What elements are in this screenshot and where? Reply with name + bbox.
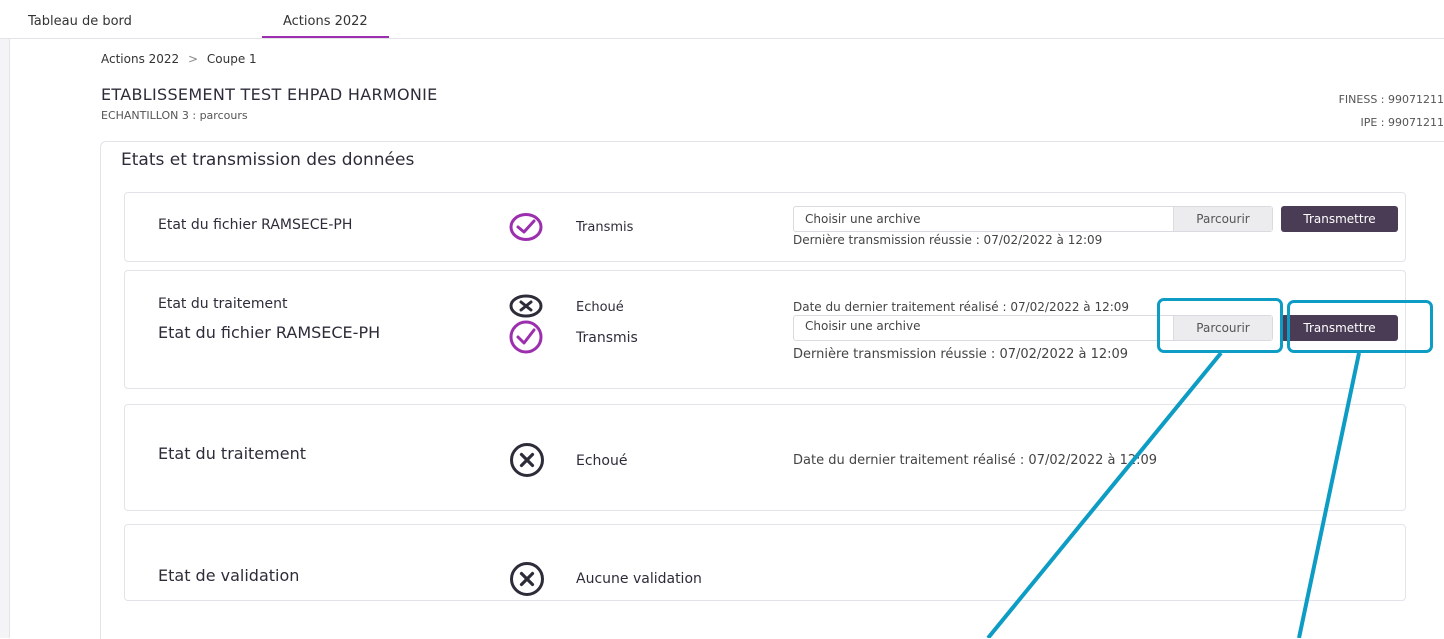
arrow-line-transmit: [1297, 352, 1361, 638]
annotation-arrows: [986, 351, 1361, 638]
arrow-line-browse: [986, 351, 1223, 638]
